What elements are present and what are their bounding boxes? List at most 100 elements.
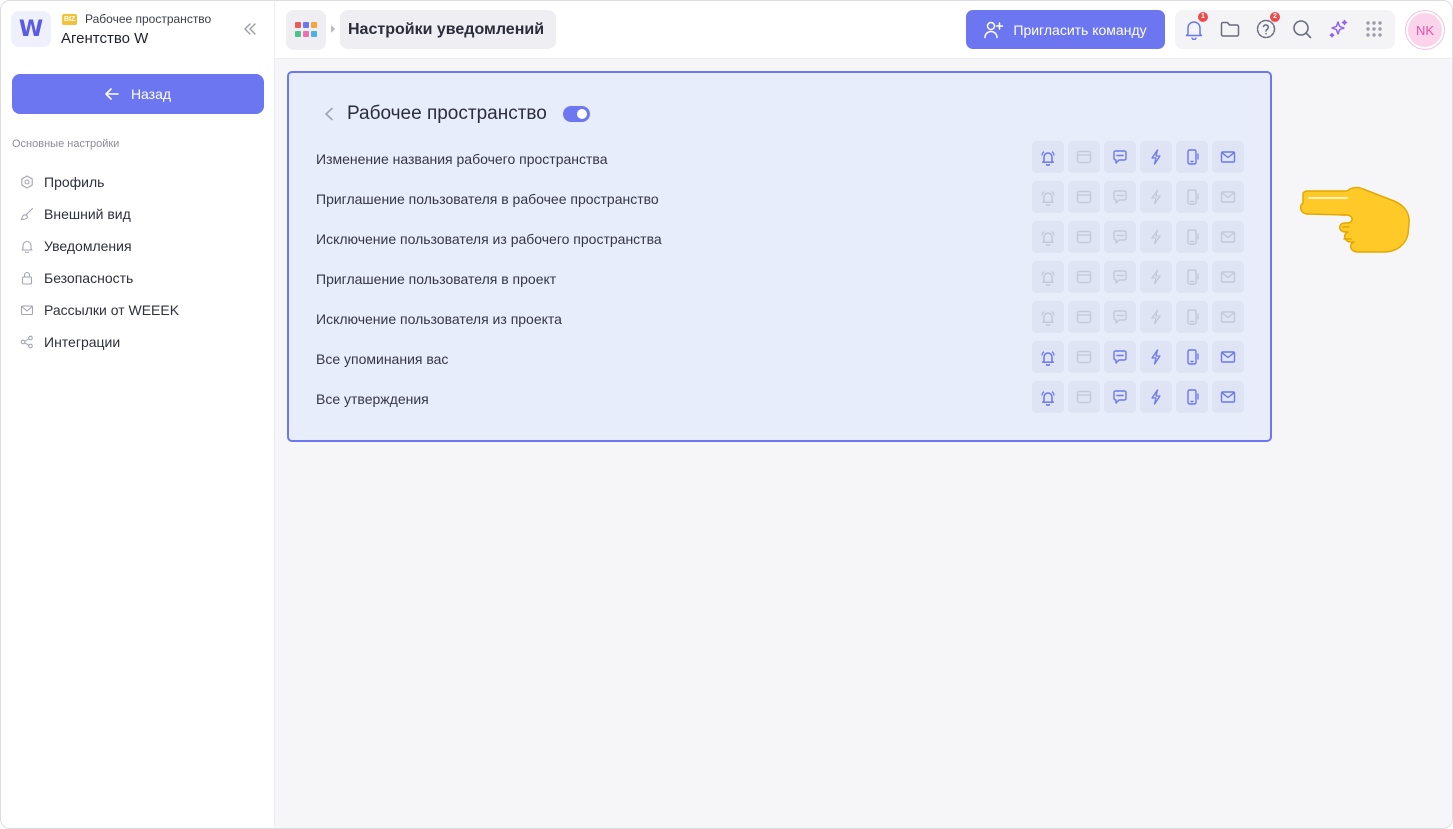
lightning-icon bbox=[1151, 189, 1161, 205]
ai-assistant-button[interactable] bbox=[1327, 18, 1349, 40]
lightning-icon bbox=[1151, 309, 1161, 325]
mobile-icon bbox=[1187, 309, 1199, 325]
chat-icon bbox=[1113, 350, 1127, 364]
channel-toggle-chat[interactable] bbox=[1104, 261, 1136, 293]
bell-icon bbox=[1041, 311, 1055, 326]
channel-toggles bbox=[1032, 221, 1244, 253]
channel-toggle-bell[interactable] bbox=[1032, 381, 1064, 413]
topbar: Настройки уведомлений Пригласить команду… bbox=[275, 1, 1452, 59]
browser-icon bbox=[1076, 310, 1092, 324]
chat-icon bbox=[1113, 150, 1127, 164]
invite-team-button[interactable]: Пригласить команду bbox=[966, 10, 1165, 49]
user-avatar[interactable]: NK bbox=[1406, 11, 1444, 49]
channel-toggle-browser[interactable] bbox=[1068, 141, 1100, 173]
chat-icon bbox=[1113, 390, 1127, 404]
channel-toggle-mobile[interactable] bbox=[1176, 141, 1208, 173]
workspace-header[interactable]: W BIZ Рабочее пространство Агентство W bbox=[11, 11, 266, 51]
channel-toggle-lightning[interactable] bbox=[1140, 221, 1172, 253]
channel-toggle-mobile[interactable] bbox=[1176, 221, 1208, 253]
channel-toggle-bell[interactable] bbox=[1032, 261, 1064, 293]
channel-toggle-lightning[interactable] bbox=[1140, 181, 1172, 213]
bell-icon bbox=[1041, 271, 1055, 286]
channel-toggle-mail[interactable] bbox=[1212, 141, 1244, 173]
bell-icon bbox=[21, 240, 33, 253]
dots-grid-icon bbox=[1366, 21, 1382, 37]
channel-toggle-mobile[interactable] bbox=[1176, 341, 1208, 373]
channel-toggle-mail[interactable] bbox=[1212, 261, 1244, 293]
workspace-logo: W bbox=[11, 11, 51, 47]
mail-icon bbox=[1220, 311, 1236, 323]
channel-toggles bbox=[1032, 341, 1244, 373]
channel-toggle-lightning[interactable] bbox=[1140, 261, 1172, 293]
channel-toggle-bell[interactable] bbox=[1032, 301, 1064, 333]
channel-toggle-mail[interactable] bbox=[1212, 341, 1244, 373]
apps-switcher-button[interactable] bbox=[1363, 18, 1385, 40]
channel-toggle-chat[interactable] bbox=[1104, 301, 1136, 333]
channel-toggle-mobile[interactable] bbox=[1176, 301, 1208, 333]
back-button[interactable]: Назад bbox=[12, 74, 264, 114]
search-button[interactable] bbox=[1291, 18, 1313, 40]
browser-icon bbox=[1076, 350, 1092, 364]
mail-icon bbox=[1220, 271, 1236, 283]
sidebar-item-appearance[interactable]: Внешний вид bbox=[20, 198, 260, 230]
channel-toggle-lightning[interactable] bbox=[1140, 141, 1172, 173]
sidebar-item-newsletters[interactable]: Рассылки от WEEEK bbox=[20, 294, 260, 326]
channel-toggle-chat[interactable] bbox=[1104, 141, 1136, 173]
mobile-icon bbox=[1187, 389, 1199, 405]
mobile-icon bbox=[1187, 149, 1199, 165]
collapse-sidebar-icon[interactable] bbox=[242, 21, 258, 37]
chat-icon bbox=[1113, 270, 1127, 284]
channel-toggle-mail[interactable] bbox=[1212, 181, 1244, 213]
help-button[interactable]: 2 bbox=[1255, 12, 1280, 40]
sidebar-item-security[interactable]: Безопасность bbox=[20, 262, 260, 294]
channel-toggle-mobile[interactable] bbox=[1176, 181, 1208, 213]
sidebar-item-notifications[interactable]: Уведомления bbox=[20, 230, 260, 262]
channel-toggle-mobile[interactable] bbox=[1176, 261, 1208, 293]
lightning-icon bbox=[1151, 229, 1161, 245]
sidebar: W BIZ Рабочее пространство Агентство W Н… bbox=[1, 1, 275, 828]
bell-icon bbox=[1041, 231, 1055, 246]
channel-toggles bbox=[1032, 181, 1244, 213]
apps-grid-icon bbox=[295, 22, 317, 37]
channel-toggle-chat[interactable] bbox=[1104, 181, 1136, 213]
channel-toggle-chat[interactable] bbox=[1104, 341, 1136, 373]
lightning-icon bbox=[1151, 349, 1161, 365]
settings-icon bbox=[21, 175, 33, 189]
channel-toggle-chat[interactable] bbox=[1104, 381, 1136, 413]
notifications-button[interactable]: 1 bbox=[1183, 12, 1208, 41]
channel-toggle-browser[interactable] bbox=[1068, 261, 1100, 293]
channel-toggle-browser[interactable] bbox=[1068, 301, 1100, 333]
channel-toggle-bell[interactable] bbox=[1032, 181, 1064, 213]
channel-toggle-browser[interactable] bbox=[1068, 381, 1100, 413]
files-button[interactable] bbox=[1219, 18, 1241, 40]
notification-row: Изменение названия рабочего пространства bbox=[316, 139, 1244, 179]
channel-toggle-mail[interactable] bbox=[1212, 221, 1244, 253]
bell-icon bbox=[1041, 391, 1055, 406]
chat-icon bbox=[1113, 230, 1127, 244]
channel-toggle-mobile[interactable] bbox=[1176, 381, 1208, 413]
channel-toggle-browser[interactable] bbox=[1068, 341, 1100, 373]
channel-toggle-mail[interactable] bbox=[1212, 301, 1244, 333]
sidebar-item-label: Рассылки от WEEEK bbox=[44, 302, 180, 318]
channel-toggle-mail[interactable] bbox=[1212, 381, 1244, 413]
channel-toggle-lightning[interactable] bbox=[1140, 381, 1172, 413]
channel-toggle-bell[interactable] bbox=[1032, 341, 1064, 373]
chat-icon bbox=[1113, 190, 1127, 204]
channel-toggle-bell[interactable] bbox=[1032, 141, 1064, 173]
channel-toggle-lightning[interactable] bbox=[1140, 301, 1172, 333]
browser-icon bbox=[1076, 270, 1092, 284]
apps-menu-button[interactable] bbox=[286, 10, 326, 50]
notification-row-label: Изменение названия рабочего пространства bbox=[316, 151, 608, 167]
chevron-left-icon[interactable] bbox=[323, 107, 335, 121]
workspace-notifications-toggle[interactable] bbox=[562, 106, 590, 122]
channel-toggle-chat[interactable] bbox=[1104, 221, 1136, 253]
toolbar: 1 2 bbox=[1175, 10, 1395, 49]
channel-toggle-browser[interactable] bbox=[1068, 221, 1100, 253]
channel-toggle-bell[interactable] bbox=[1032, 221, 1064, 253]
integrations-icon bbox=[20, 335, 33, 349]
channel-toggle-lightning[interactable] bbox=[1140, 341, 1172, 373]
channel-toggle-browser[interactable] bbox=[1068, 181, 1100, 213]
sidebar-item-integrations[interactable]: Интеграции bbox=[20, 326, 260, 358]
settings-nav: Профиль Внешний вид Уведомления Безопасн… bbox=[20, 166, 260, 358]
sidebar-item-profile[interactable]: Профиль bbox=[20, 166, 260, 198]
